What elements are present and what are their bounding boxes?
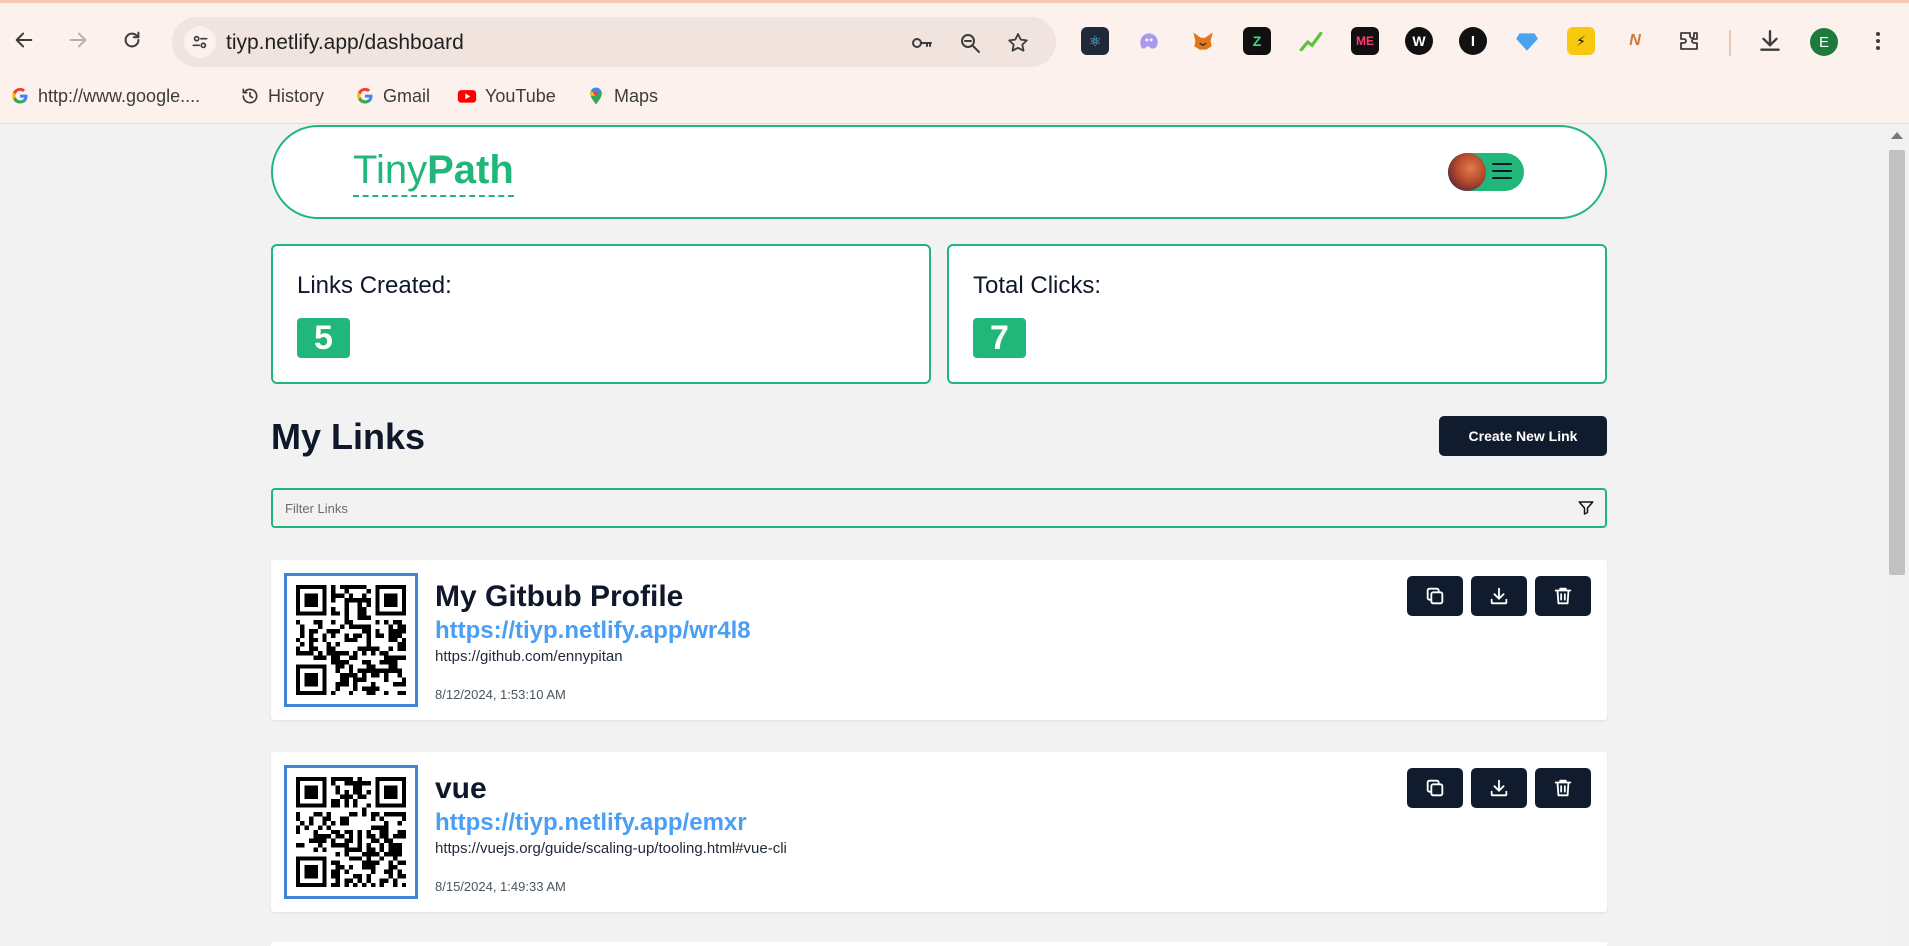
downloads-icon[interactable] (1756, 27, 1784, 55)
metamask-icon[interactable] (1189, 27, 1217, 55)
links-created-value: 5 (297, 318, 350, 358)
created-date: 8/12/2024, 1:53:10 AM (435, 687, 566, 702)
bookmark-label: YouTube (485, 85, 556, 106)
reload-icon[interactable] (116, 24, 148, 56)
toolbar-separator (1729, 30, 1731, 56)
history-icon (240, 86, 260, 106)
gmail-icon (355, 86, 375, 106)
bookmark-google[interactable]: http://www.google.... (10, 83, 200, 109)
original-url: https://vuejs.org/guide/scaling-up/tooli… (435, 840, 787, 857)
bookmark-maps[interactable]: Maps (586, 83, 658, 109)
bookmark-history[interactable]: History (240, 83, 324, 109)
puzzle-icon[interactable] (1675, 27, 1703, 55)
browser-chrome: tiyp.netlify.app/dashboard ⚛ Z ME W I ⚡ … (0, 0, 1909, 124)
filter-bar (271, 488, 1607, 528)
download-icon (1490, 587, 1508, 605)
link-title: vue (435, 772, 487, 805)
diamond-icon[interactable] (1513, 27, 1541, 55)
links-created-card: Links Created: 5 (271, 244, 931, 384)
links-created-label: Links Created: (297, 272, 452, 299)
trash-icon (1554, 587, 1572, 605)
link-title: My Gitbub Profile (435, 580, 684, 613)
maps-icon (586, 86, 606, 106)
address-bar[interactable]: tiyp.netlify.app/dashboard (172, 17, 1056, 67)
page-title: My Links (271, 416, 426, 457)
link-card-partial (271, 942, 1607, 946)
filter-icon[interactable] (1577, 499, 1595, 517)
trash-icon (1554, 779, 1572, 797)
password-key-icon[interactable] (908, 29, 936, 57)
youtube-icon (457, 86, 477, 106)
wordpress-icon[interactable]: W (1405, 27, 1433, 55)
site-settings-icon[interactable] (184, 26, 216, 58)
delete-button[interactable] (1535, 768, 1591, 808)
logo-text-bold: Path (427, 148, 514, 192)
total-clicks-label: Total Clicks: (973, 272, 1102, 299)
page-viewport: TinyPath Links Created: 5 Total Clicks: … (0, 124, 1885, 946)
scrollbar-thumb[interactable] (1889, 150, 1905, 575)
total-clicks-value: 7 (973, 318, 1026, 358)
react-devtools-icon[interactable]: ⚛ (1081, 27, 1109, 55)
qr-code (284, 573, 418, 707)
scroll-up-arrow-icon[interactable] (1891, 132, 1903, 139)
info-icon[interactable]: I (1459, 27, 1487, 55)
original-url: https://github.com/ennypitan (435, 648, 623, 665)
logo-text-light: Tiny (353, 148, 428, 192)
link-card: vue https://tiyp.netlify.app/emxr https:… (271, 752, 1607, 912)
copy-button[interactable] (1407, 576, 1463, 616)
ghost-icon[interactable] (1135, 27, 1163, 55)
download-icon (1490, 779, 1508, 797)
qr-code (284, 765, 418, 899)
app-logo[interactable]: TinyPath (353, 147, 514, 197)
app-header: TinyPath (271, 125, 1607, 219)
bolt-icon[interactable]: ⚡ (1567, 27, 1595, 55)
me-icon[interactable]: ME (1351, 27, 1379, 55)
bookmark-youtube[interactable]: YouTube (457, 83, 556, 109)
google-icon (10, 86, 30, 106)
browser-toolbar: tiyp.netlify.app/dashboard ⚛ Z ME W I ⚡ … (0, 6, 1909, 74)
kebab-menu-icon[interactable] (1864, 27, 1892, 55)
copy-icon (1426, 779, 1444, 797)
bookmark-gmail[interactable]: Gmail (355, 83, 430, 109)
forward-icon[interactable] (62, 24, 94, 56)
created-date: 8/15/2024, 1:49:33 AM (435, 879, 566, 894)
zoom-icon[interactable] (956, 29, 984, 57)
chart-icon[interactable] (1297, 27, 1325, 55)
bookmark-label: Gmail (383, 85, 431, 106)
nv-icon[interactable]: N (1621, 27, 1649, 55)
bookmark-label: Maps (614, 85, 659, 106)
delete-button[interactable] (1535, 576, 1591, 616)
profile-avatar[interactable]: E (1810, 28, 1838, 56)
scrollbar[interactable] (1885, 124, 1909, 946)
filter-input[interactable] (285, 498, 1545, 518)
link-card: My Gitbub Profile https://tiyp.netlify.a… (271, 560, 1607, 720)
short-url-link[interactable]: https://tiyp.netlify.app/wr4l8 (435, 617, 751, 645)
short-url-link[interactable]: https://tiyp.netlify.app/emxr (435, 809, 747, 837)
back-icon[interactable] (8, 24, 40, 56)
bookmark-label: http://www.google.... (38, 85, 201, 106)
bookmarks-bar: http://www.google.... History Gmail YouT… (0, 81, 1909, 111)
bookmark-star-icon[interactable] (1004, 29, 1032, 57)
create-new-link-button[interactable]: Create New Link (1439, 416, 1607, 456)
address-bar-url[interactable]: tiyp.netlify.app/dashboard (226, 31, 464, 55)
avatar (1448, 153, 1486, 191)
download-button[interactable] (1471, 768, 1527, 808)
hamburger-menu-icon (1492, 163, 1512, 181)
user-menu-button[interactable] (1448, 153, 1524, 191)
copy-icon (1426, 587, 1444, 605)
zebra-icon[interactable]: Z (1243, 27, 1271, 55)
bookmark-label: History (268, 85, 325, 106)
total-clicks-card: Total Clicks: 7 (947, 244, 1607, 384)
download-button[interactable] (1471, 576, 1527, 616)
copy-button[interactable] (1407, 768, 1463, 808)
